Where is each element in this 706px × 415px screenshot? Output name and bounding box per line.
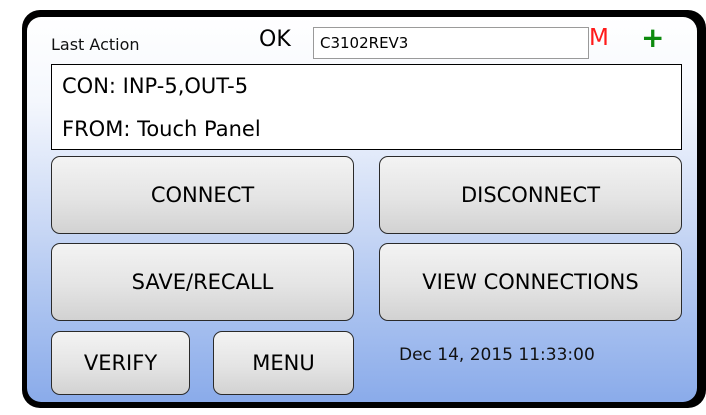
m-indicator[interactable]: M	[589, 25, 609, 51]
save-recall-button[interactable]: SAVE/RECALL	[51, 243, 354, 321]
view-connections-button[interactable]: VIEW CONNECTIONS	[379, 243, 682, 321]
touch-panel-screen: Last Action OK M + CON: INP-5,OUT-5 FROM…	[27, 17, 697, 402]
disconnect-button[interactable]: DISCONNECT	[379, 156, 682, 234]
menu-button[interactable]: MENU	[213, 331, 354, 395]
status-text: OK	[259, 27, 291, 52]
last-action-display: CON: INP-5,OUT-5 FROM: Touch Panel	[51, 64, 682, 150]
verify-button[interactable]: VERIFY	[51, 331, 190, 395]
plus-icon[interactable]: +	[641, 21, 664, 54]
connect-button[interactable]: CONNECT	[51, 156, 354, 234]
last-action-line-1: CON: INP-5,OUT-5	[62, 74, 249, 98]
last-action-line-2: FROM: Touch Panel	[62, 117, 261, 141]
device-name-field[interactable]	[313, 27, 589, 59]
date-time-display: Dec 14, 2015 11:33:00	[399, 345, 595, 365]
last-action-label: Last Action	[51, 35, 140, 54]
